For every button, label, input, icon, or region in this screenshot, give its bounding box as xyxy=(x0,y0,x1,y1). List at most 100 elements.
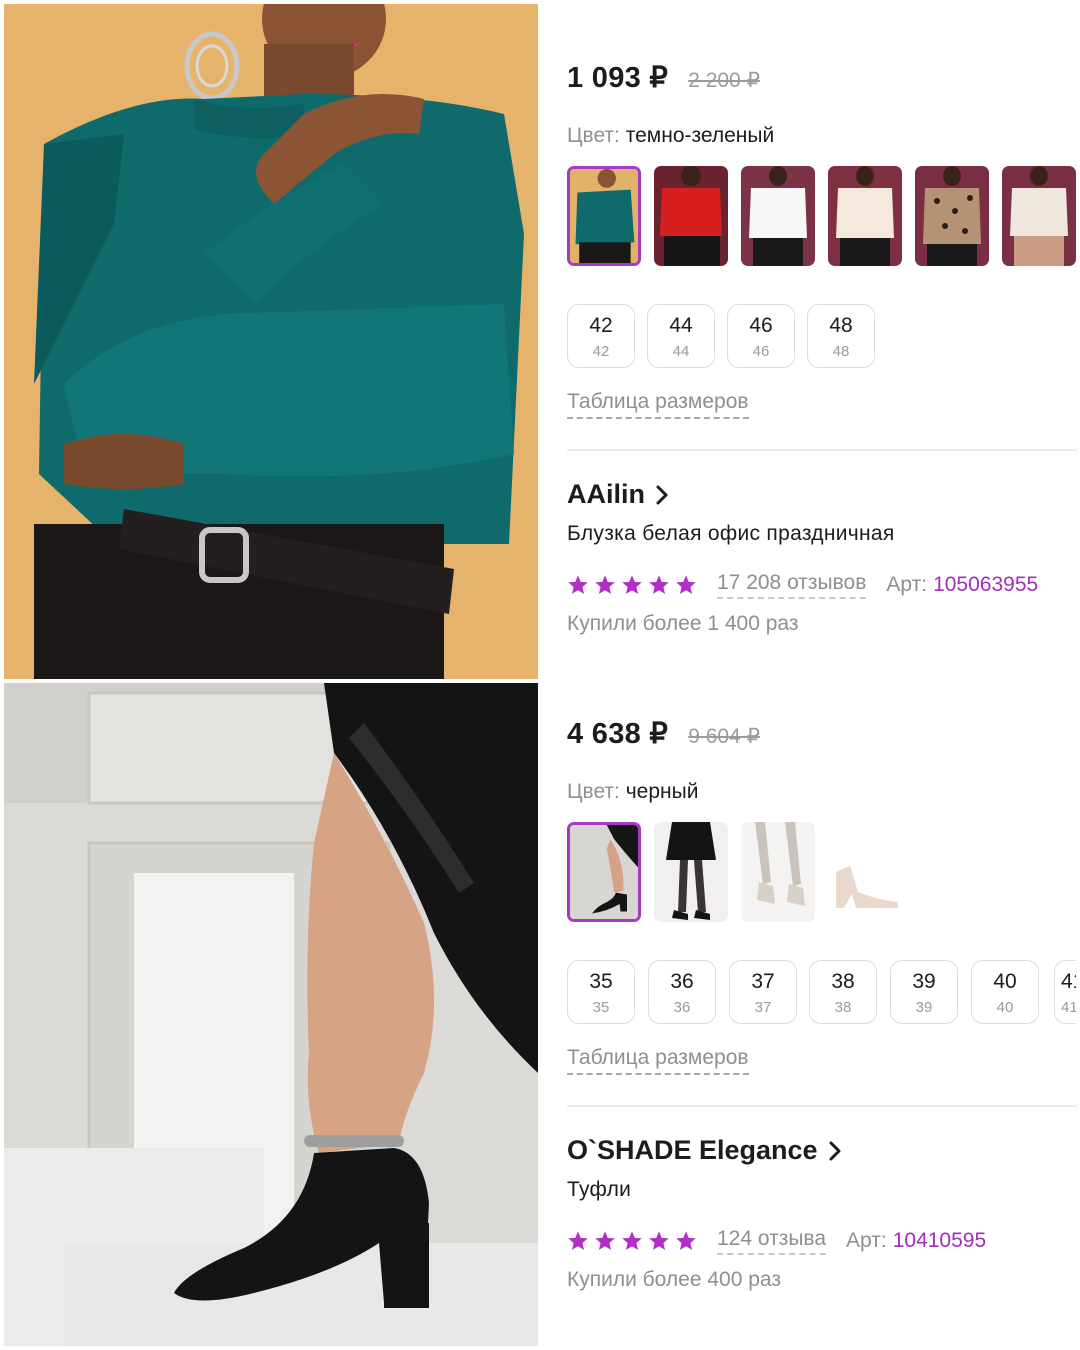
article-label: Арт: xyxy=(886,573,928,596)
product-title: Блузка белая офис праздничная xyxy=(567,522,895,545)
size-label: 35 xyxy=(589,970,613,993)
product-title: Туфли xyxy=(567,1178,632,1201)
size-label: 38 xyxy=(831,970,855,993)
swatch-cream-image xyxy=(828,166,902,266)
brand-link[interactable]: AAilin xyxy=(567,479,1077,510)
size-label: 41 xyxy=(1061,970,1076,993)
reviews-link[interactable]: 124 отзыва xyxy=(717,1227,827,1255)
old-price: 2 200 ₽ xyxy=(688,69,760,92)
swatch-leopard-image xyxy=(915,166,989,266)
size-label: 42 xyxy=(589,314,613,337)
color-swatches xyxy=(567,166,1077,266)
star-icon xyxy=(649,1231,669,1250)
article-number[interactable]: 10410595 xyxy=(893,1229,986,1253)
size-sublabel: 36 xyxy=(673,999,691,1016)
price-row: 4 638 ₽ 9 604 ₽ xyxy=(567,716,1077,766)
size-sublabel: 41 xyxy=(1061,999,1076,1016)
color-row: Цвет: черный xyxy=(567,780,1077,808)
star-icon xyxy=(595,575,615,594)
size-option-partial[interactable]: 41 41 xyxy=(1054,960,1076,1024)
size-sublabel: 42 xyxy=(592,343,610,360)
size-table-link[interactable]: Таблица размеров xyxy=(567,1046,749,1075)
current-price: 4 638 ₽ xyxy=(567,718,669,750)
size-option[interactable]: 48 48 xyxy=(807,304,875,368)
current-price: 1 093 ₽ xyxy=(567,62,669,94)
product-card-shoes: 4 638 ₽ 9 604 ₽ Цвет: черный 35 35 36 36… xyxy=(567,716,1077,1292)
color-swatch-teal[interactable] xyxy=(567,166,641,266)
old-price: 9 604 ₽ xyxy=(688,725,760,748)
size-option[interactable]: 38 38 xyxy=(809,960,877,1024)
size-table-link[interactable]: Таблица размеров xyxy=(567,390,749,419)
article-number[interactable]: 105063955 xyxy=(933,573,1038,597)
size-sublabel: 35 xyxy=(592,999,610,1016)
color-value: черный xyxy=(625,780,699,803)
color-label: Цвет: xyxy=(567,124,620,147)
rating-row: 124 отзыва Арт: 10410595 xyxy=(567,1226,1077,1256)
rating-stars xyxy=(567,574,702,596)
chevron-right-icon xyxy=(829,1141,841,1160)
purchase-count: Купили более 400 раз xyxy=(567,1268,781,1291)
divider xyxy=(567,1105,1077,1107)
reviews-link[interactable]: 17 208 отзывов xyxy=(717,571,867,599)
price-row: 1 093 ₽ 2 200 ₽ xyxy=(567,60,1077,110)
color-swatch-white[interactable] xyxy=(741,166,815,266)
swatch-teal-image xyxy=(570,169,638,263)
size-label: 40 xyxy=(993,970,1017,993)
swatch-red-image xyxy=(654,166,728,266)
color-swatch-beige[interactable] xyxy=(741,822,815,922)
size-sublabel: 38 xyxy=(834,999,852,1016)
size-label: 44 xyxy=(669,314,693,337)
star-icon xyxy=(595,1231,615,1250)
size-label: 48 xyxy=(829,314,853,337)
size-sublabel: 40 xyxy=(996,999,1014,1016)
color-swatch-milk[interactable] xyxy=(1002,166,1076,266)
size-option[interactable]: 37 37 xyxy=(729,960,797,1024)
star-icon xyxy=(568,575,588,594)
size-sublabel: 39 xyxy=(915,999,933,1016)
star-icon xyxy=(676,575,696,594)
swatch-beige-alt-image xyxy=(828,822,902,922)
size-options: 35 35 36 36 37 37 38 38 39 39 40 40 41 4… xyxy=(567,960,1077,1026)
size-label: 37 xyxy=(751,970,775,993)
star-icon xyxy=(622,575,642,594)
size-label: 46 xyxy=(749,314,773,337)
swatch-black-alt-image xyxy=(654,822,728,922)
size-label: 39 xyxy=(912,970,936,993)
size-options: 42 42 44 44 46 46 48 48 xyxy=(567,304,1077,370)
size-option[interactable]: 42 42 xyxy=(567,304,635,368)
purchase-count: Купили более 1 400 раз xyxy=(567,612,799,635)
size-sublabel: 46 xyxy=(752,343,770,360)
size-sublabel: 48 xyxy=(832,343,850,360)
size-option[interactable]: 40 40 xyxy=(971,960,1039,1024)
color-label: Цвет: xyxy=(567,780,620,803)
color-swatch-leopard[interactable] xyxy=(915,166,989,266)
rating-row: 17 208 отзывов Арт: 105063955 xyxy=(567,570,1077,600)
size-option[interactable]: 36 36 xyxy=(648,960,716,1024)
swatch-black-image xyxy=(570,825,638,919)
color-swatch-beige-alt[interactable] xyxy=(828,822,902,922)
swatch-white-image xyxy=(741,166,815,266)
size-sublabel: 44 xyxy=(672,343,690,360)
size-option[interactable]: 35 35 xyxy=(567,960,635,1024)
color-value: темно-зеленый xyxy=(625,124,775,147)
size-option[interactable]: 44 44 xyxy=(647,304,715,368)
swatch-milk-image xyxy=(1002,166,1076,266)
star-icon xyxy=(568,1231,588,1250)
size-option[interactable]: 39 39 xyxy=(890,960,958,1024)
color-swatch-black-alt[interactable] xyxy=(654,822,728,922)
swatch-beige-image xyxy=(741,822,815,922)
brand-name: AAilin xyxy=(567,479,645,509)
color-swatch-cream[interactable] xyxy=(828,166,902,266)
brand-link[interactable]: O`SHADE Elegance xyxy=(567,1135,1077,1166)
chevron-right-icon xyxy=(656,485,668,504)
color-swatch-black[interactable] xyxy=(567,822,641,922)
size-sublabel: 37 xyxy=(754,999,772,1016)
product-photo-shoes[interactable] xyxy=(4,683,538,1346)
product-photo-blouse[interactable] xyxy=(4,4,538,679)
color-swatch-red[interactable] xyxy=(654,166,728,266)
size-label: 36 xyxy=(670,970,694,993)
article-label: Арт: xyxy=(846,1229,887,1252)
size-option[interactable]: 46 46 xyxy=(727,304,795,368)
rating-stars xyxy=(567,1230,702,1252)
brand-name: O`SHADE Elegance xyxy=(567,1135,818,1165)
